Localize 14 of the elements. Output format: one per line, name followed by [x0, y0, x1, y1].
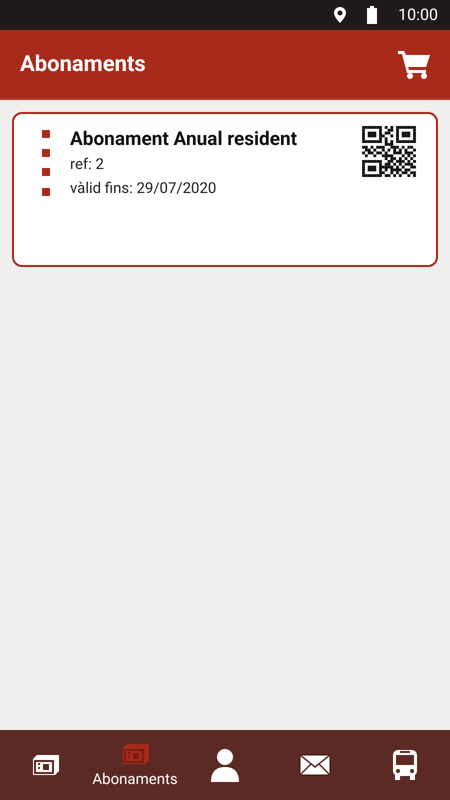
pass-card[interactable]: Abonament Anual resident ref: 2 vàlid fins: 29/07/2020 — [12, 112, 438, 267]
bus-icon — [392, 749, 418, 781]
cart-icon[interactable] — [398, 49, 430, 79]
mail-icon — [299, 754, 331, 776]
nav-tab[interactable]: Abonaments — [95, 735, 175, 795]
battery-icon — [366, 6, 378, 24]
status-time: 10:00 — [398, 4, 438, 26]
pass-ref: ref: 2 — [70, 154, 105, 175]
location-icon — [334, 7, 346, 23]
pass-title: Abonament Anual resident — [70, 126, 298, 152]
pass-valid-date: vàlid fins: 29/07/2020 — [70, 178, 218, 199]
app-bar-title: Abonaments — [20, 50, 146, 78]
qr-code-icon[interactable] — [362, 126, 416, 177]
user-icon — [210, 748, 240, 782]
